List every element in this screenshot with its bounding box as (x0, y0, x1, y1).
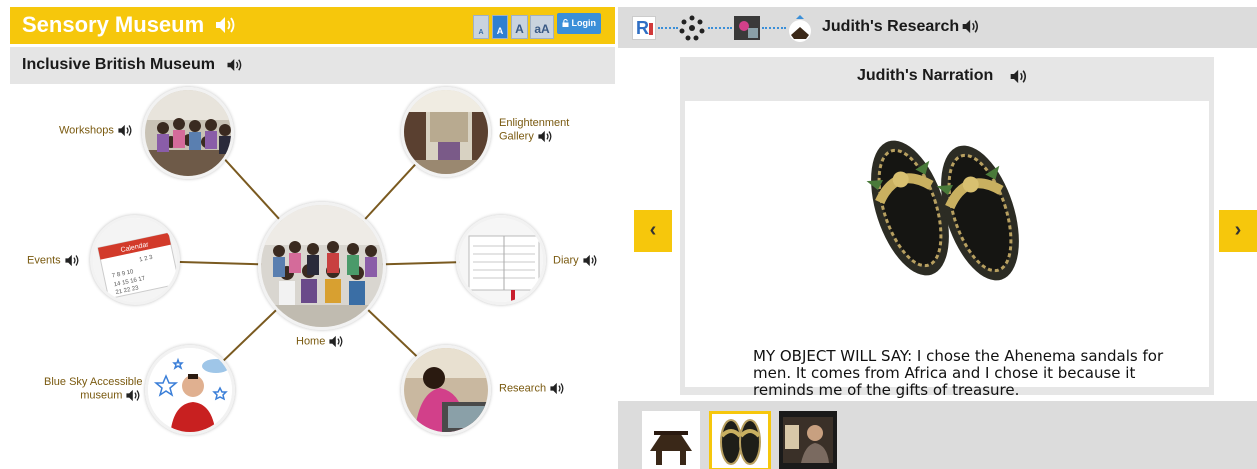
narration-card: Judith's Narration MY OBJECT WILL SAY: I… (680, 57, 1214, 399)
diary-link[interactable]: Diary (553, 254, 599, 267)
workshops-image[interactable] (142, 87, 234, 179)
enlightenment-label-line1: Enlightenment (499, 117, 570, 129)
speaker-icon[interactable] (961, 19, 981, 34)
next-button[interactable]: › (1219, 210, 1257, 252)
events-link[interactable]: Events (27, 254, 81, 267)
breadcrumb-museum-node[interactable] (678, 15, 706, 41)
narration-body: MY OBJECT WILL SAY: I chose the Ahenema … (685, 101, 1209, 399)
breadcrumb-logo-letter: R (636, 18, 649, 38)
workshops-link[interactable]: Workshops (59, 124, 134, 137)
breadcrumb-research-node[interactable] (734, 16, 760, 40)
chevron-left-icon: ‹ (649, 219, 657, 241)
breadcrumb-connector (658, 27, 678, 29)
research-title: Judith's Research (822, 18, 960, 35)
blue-sky-label-line1: Blue Sky Accessible (44, 376, 143, 388)
thumbnail-sandals[interactable] (709, 411, 771, 469)
blue-sky-museum-image[interactable] (145, 345, 235, 435)
breadcrumb-connector (708, 27, 732, 29)
chevron-right-icon: › (1234, 219, 1242, 241)
speaker-icon[interactable] (582, 254, 599, 267)
events-label: Events (27, 254, 61, 267)
research-label: Research (499, 382, 547, 395)
breadcrumb-current-object[interactable] (786, 15, 814, 43)
speaker-icon[interactable] (537, 130, 554, 143)
breadcrumb-home-logo[interactable]: R (632, 16, 656, 40)
workshops-label: Workshops (59, 124, 114, 137)
logo-accent (649, 23, 653, 35)
speaker-icon[interactable] (328, 335, 345, 348)
judiths-research-panel: R Judith's Research Judith's Narration M… (618, 7, 1257, 469)
blue-sky-label-line2: museum (80, 389, 123, 402)
speaker-icon[interactable] (1009, 69, 1029, 84)
narration-text: MY OBJECT WILL SAY: I chose the Ahenema … (753, 347, 1164, 399)
research-link[interactable]: Research (499, 382, 566, 395)
previous-button[interactable]: ‹ (634, 210, 672, 252)
blue-sky-museum-link[interactable]: Blue Sky Accessible museum (44, 376, 142, 402)
events-image[interactable]: Calendar 1 2 37 8 9 10 14 15 16 17 21 22 2… (90, 215, 180, 305)
thumbnail-strip (618, 401, 1257, 469)
enlightenment-label-line2: Gallery (499, 130, 534, 143)
sandals-image (866, 140, 1019, 281)
speaker-icon[interactable] (64, 254, 81, 267)
breadcrumb: R Judith's Research (618, 7, 1257, 48)
speaker-icon[interactable] (125, 389, 142, 402)
breadcrumb-connector (762, 27, 786, 29)
speaker-icon[interactable] (549, 382, 566, 395)
thumbnail-video[interactable] (779, 411, 837, 469)
research-image[interactable] (401, 345, 491, 435)
thumbnail-stool[interactable] (642, 411, 700, 469)
diary-label: Diary (553, 254, 579, 267)
narration-header: Judith's Narration (680, 57, 1214, 97)
home-label: Home (296, 335, 326, 348)
diary-image[interactable] (456, 215, 546, 305)
speaker-icon[interactable] (117, 124, 134, 137)
home-image[interactable] (258, 202, 386, 330)
home-link[interactable]: Home (296, 335, 345, 348)
enlightenment-gallery-link[interactable]: Enlightenment Gallery (499, 117, 569, 143)
sensory-museum-panel: Sensory Museum A A A aA Login Inclusive … (10, 7, 615, 469)
enlightenment-gallery-image[interactable] (401, 87, 491, 177)
narration-title: Judith's Narration (857, 67, 994, 84)
